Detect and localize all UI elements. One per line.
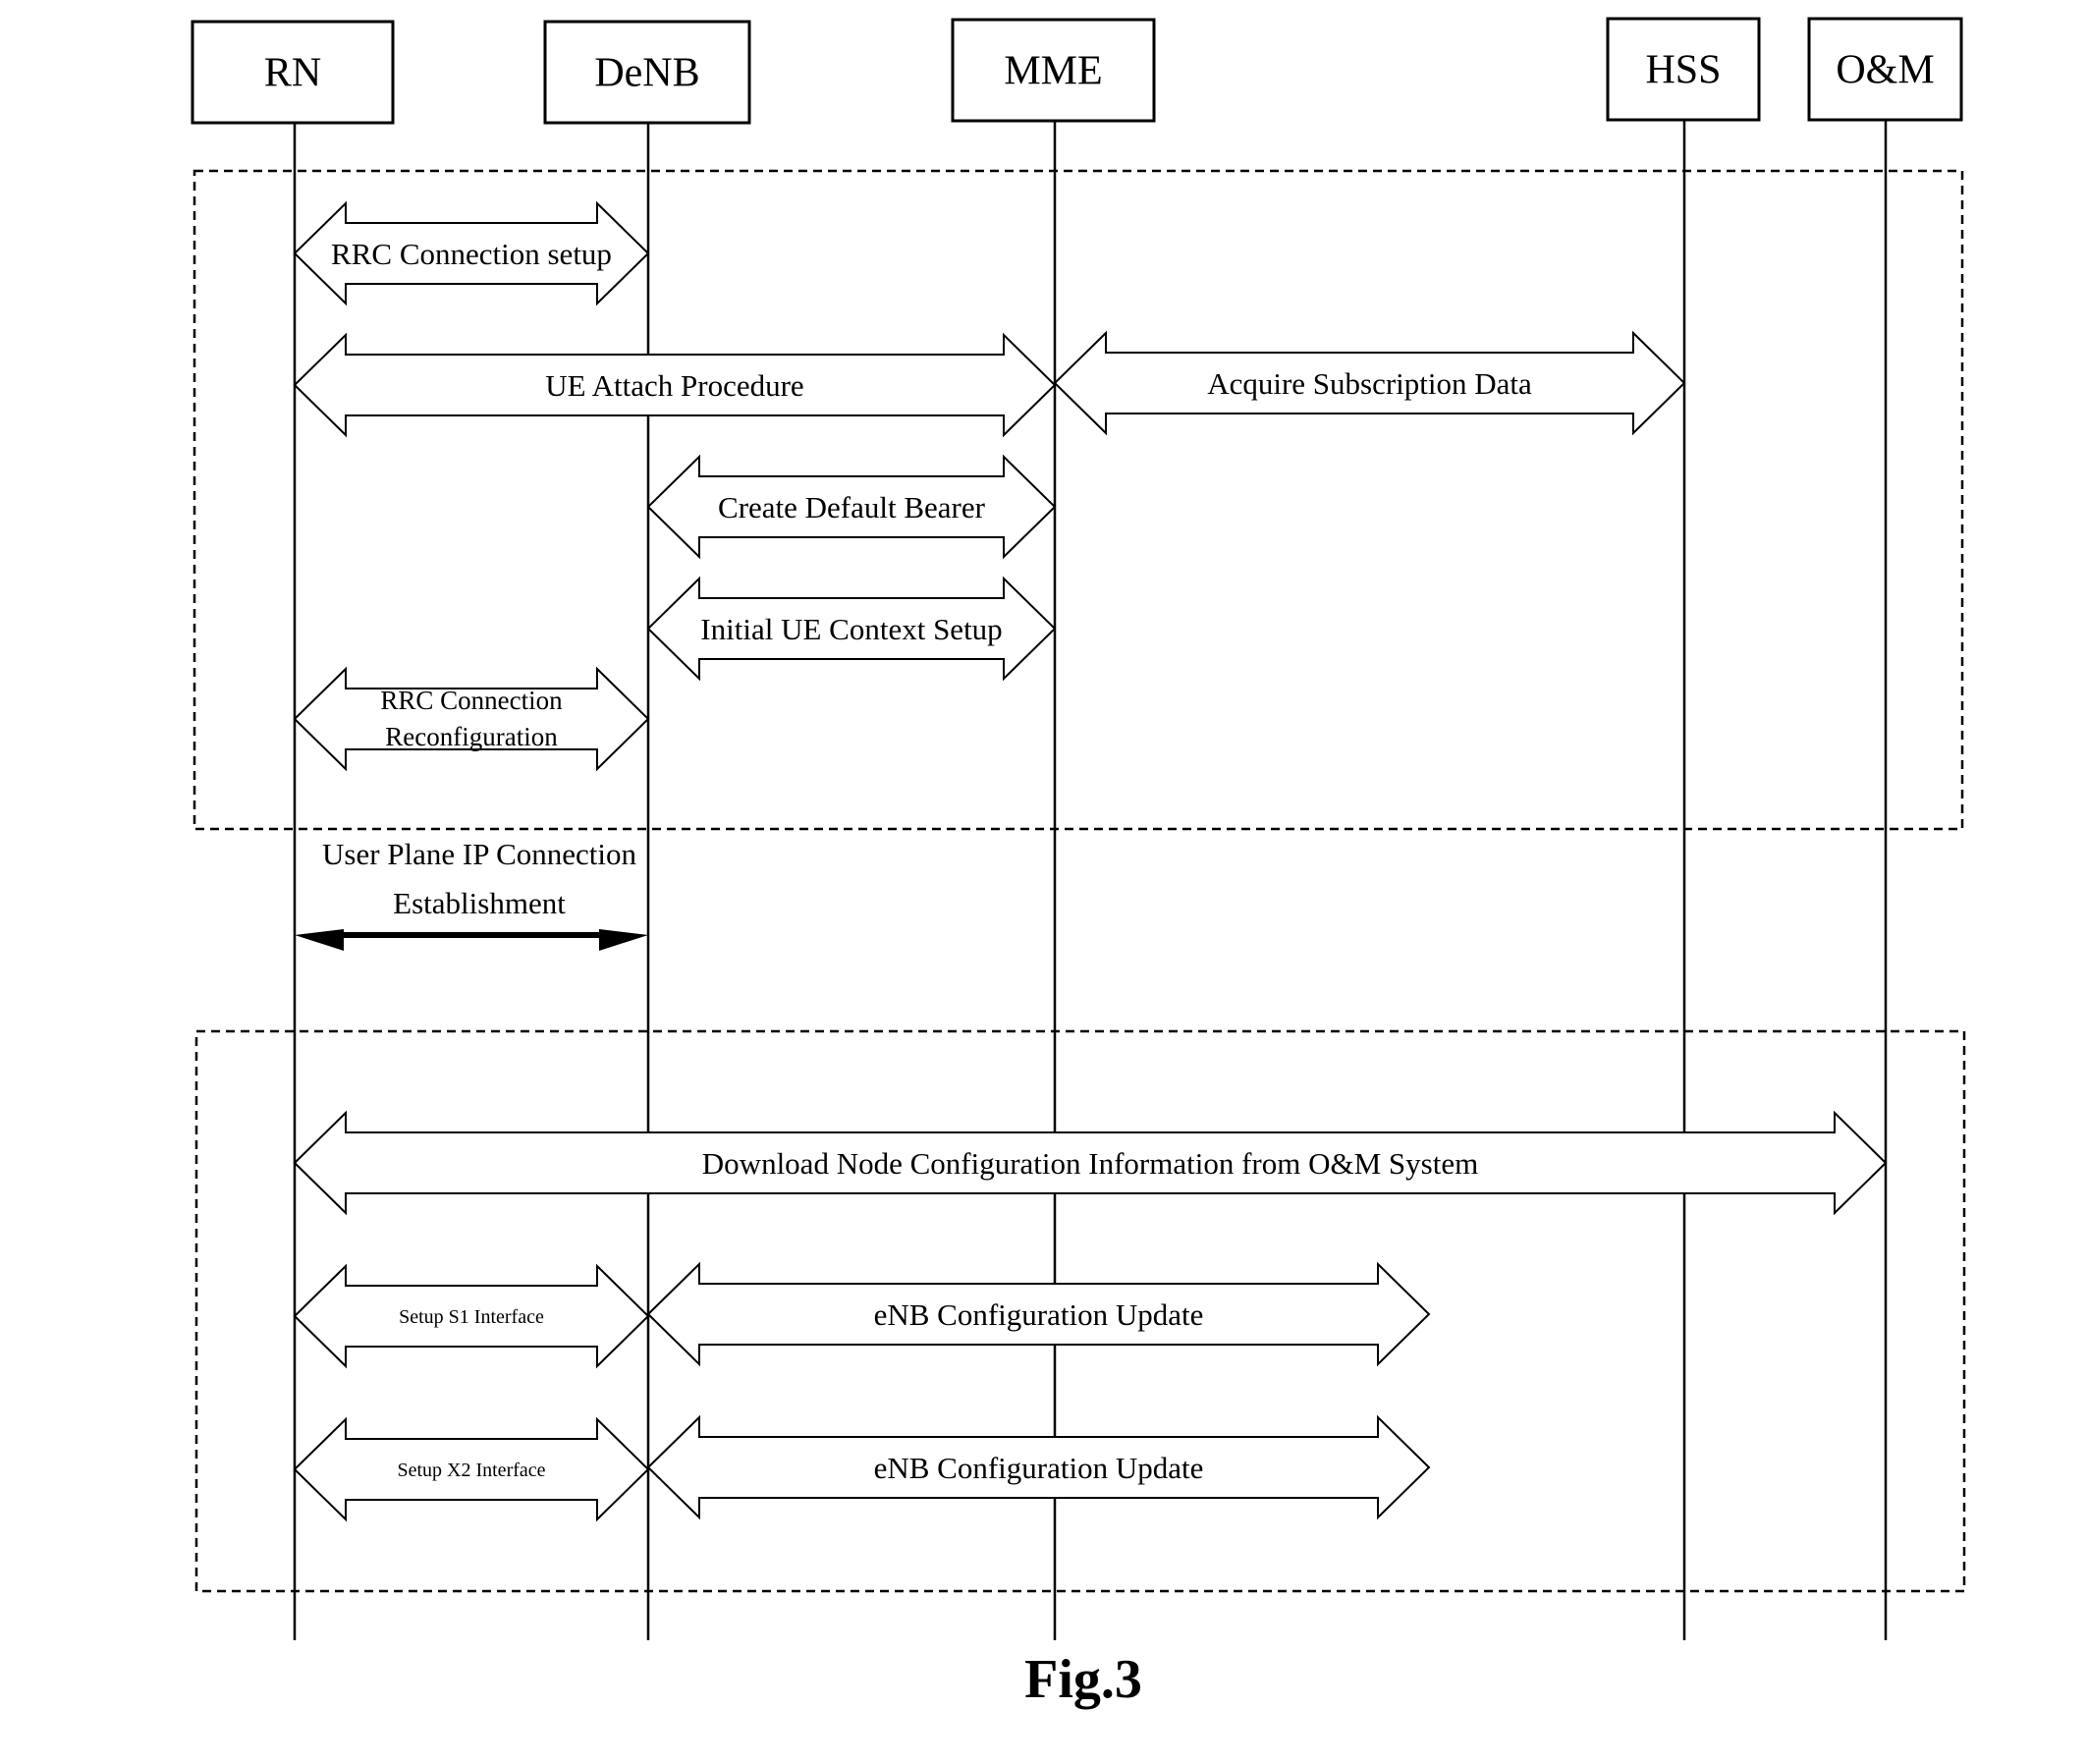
message-initial-ue: Initial UE Context Setup xyxy=(646,576,1057,682)
message-user-plane: User Plane IP Connection Establishment xyxy=(295,837,648,951)
entity-label-hss: HSS xyxy=(1645,48,1721,93)
entity-label-rn: RN xyxy=(264,51,321,96)
entity-label-om: O&M xyxy=(1836,48,1934,93)
message-create-bearer: Create Default Bearer xyxy=(646,454,1057,560)
message-setup-s1: Setup S1 Interface xyxy=(293,1263,650,1369)
message-label: Setup S1 Interface xyxy=(399,1306,544,1328)
arrowhead-left xyxy=(295,929,344,951)
message-label: eNB Configuration Update xyxy=(874,1297,1204,1332)
message-rrc-setup: RRC Connection setup xyxy=(293,200,650,306)
entity-label-mme: MME xyxy=(1004,49,1102,94)
message-label: Initial UE Context Setup xyxy=(700,612,1002,646)
figure-caption: Fig.3 xyxy=(1024,1649,1142,1710)
double-arrow xyxy=(293,666,650,772)
message-label: User Plane IP Connection xyxy=(322,837,636,871)
message-label: eNB Configuration Update xyxy=(874,1451,1204,1485)
message-rrc-reconf: RRC Connection Reconfiguration xyxy=(293,666,650,772)
message-label: Establishment xyxy=(393,886,566,920)
arrowhead-right xyxy=(599,929,648,951)
message-label: RRC Connection setup xyxy=(331,237,612,271)
message-label: Setup X2 Interface xyxy=(397,1460,545,1481)
message-download-config: Download Node Configuration Information … xyxy=(293,1110,1888,1216)
message-label: RRC Connection xyxy=(380,686,563,715)
message-label: Reconfiguration xyxy=(385,722,558,751)
message-label: Download Node Configuration Information … xyxy=(702,1146,1478,1181)
message-setup-x2: Setup X2 Interface xyxy=(293,1416,650,1522)
entity-label-denb: DeNB xyxy=(594,51,699,96)
message-label: Create Default Bearer xyxy=(718,490,986,524)
message-enb-update-1: eNB Configuration Update xyxy=(646,1261,1431,1367)
message-label: Acquire Subscription Data xyxy=(1207,366,1532,401)
message-ue-attach: UE Attach Procedure xyxy=(293,332,1057,438)
message-acquire-sub: Acquire Subscription Data xyxy=(1053,330,1686,436)
message-enb-update-2: eNB Configuration Update xyxy=(646,1414,1431,1520)
sequence-diagram: RN DeNB MME HSS O&M RRC Connection setup UE A… xyxy=(191,17,1966,1710)
message-label: UE Attach Procedure xyxy=(545,368,803,403)
